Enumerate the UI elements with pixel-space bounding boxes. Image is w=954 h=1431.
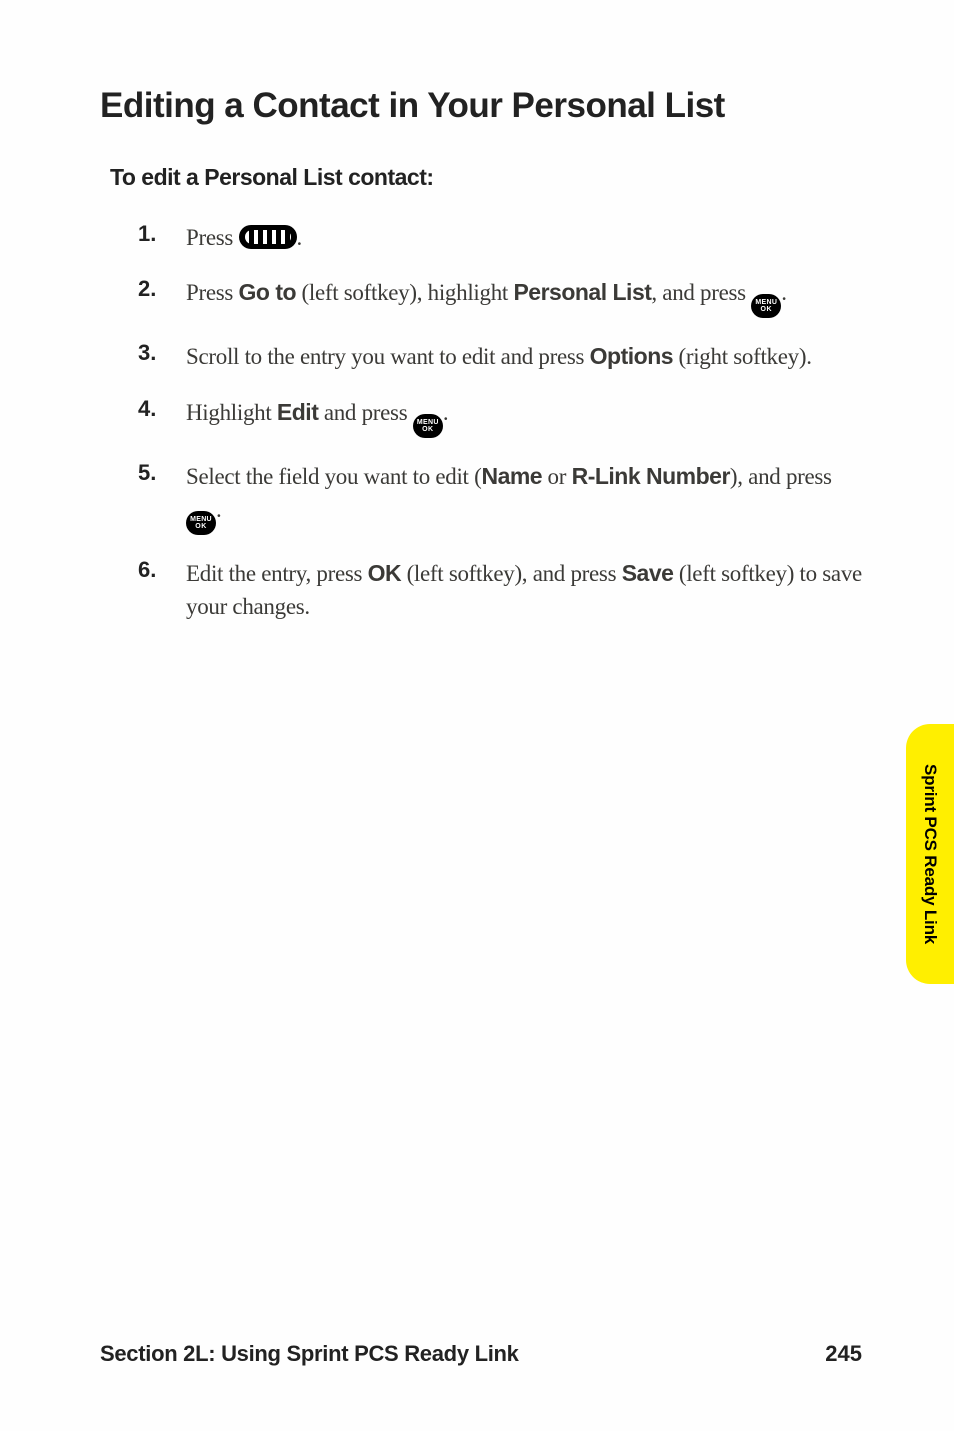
step-text: Highlight Edit and press MENUOK. xyxy=(186,396,448,438)
step-text-fragment: . xyxy=(216,497,221,522)
options-label: Options xyxy=(590,343,673,369)
footer-page-number: 245 xyxy=(825,1341,862,1367)
step-1: 1. Press . xyxy=(138,221,862,254)
step-text: Press Go to (left softkey), highlight Pe… xyxy=(186,276,787,318)
goto-label: Go to xyxy=(239,279,297,305)
ready-link-button-icon xyxy=(239,225,297,249)
step-text-fragment: Press xyxy=(186,225,239,250)
step-text-fragment: (left softkey), highlight xyxy=(296,280,513,305)
step-text-fragment: or xyxy=(542,464,571,489)
side-tab: Sprint PCS Ready Link xyxy=(906,724,954,984)
page-container: Editing a Contact in Your Personal List … xyxy=(0,0,954,1431)
step-text-fragment: (right softkey). xyxy=(673,344,812,369)
step-text: Scroll to the entry you want to edit and… xyxy=(186,340,812,373)
rlink-number-label: R-Link Number xyxy=(572,463,730,489)
page-footer: Section 2L: Using Sprint PCS Ready Link … xyxy=(100,1341,862,1367)
save-label: Save xyxy=(622,560,674,586)
step-number: 6. xyxy=(138,557,186,583)
ok-label: OK xyxy=(368,560,402,586)
step-text-fragment: Scroll to the entry you want to edit and… xyxy=(186,344,590,369)
step-number: 2. xyxy=(138,276,186,302)
step-4: 4. Highlight Edit and press MENUOK. xyxy=(138,396,862,438)
step-2: 2. Press Go to (left softkey), highlight… xyxy=(138,276,862,318)
step-text-fragment: Highlight xyxy=(186,400,277,425)
step-text-fragment: . xyxy=(781,280,786,305)
step-text-fragment: and press xyxy=(318,400,412,425)
menu-ok-icon: MENUOK xyxy=(751,294,781,318)
step-number: 5. xyxy=(138,460,186,486)
footer-section-label: Section 2L: Using Sprint PCS Ready Link xyxy=(100,1341,519,1367)
personal-list-label: Personal List xyxy=(513,279,651,305)
instruction-heading: To edit a Personal List contact: xyxy=(110,164,862,191)
steps-list: 1. Press . 2. Press Go to (left softkey)… xyxy=(138,221,862,624)
menu-ok-icon: MENUOK xyxy=(186,511,216,535)
step-text-fragment: (left softkey), and press xyxy=(401,561,622,586)
step-text-fragment: Edit the entry, press xyxy=(186,561,368,586)
side-tab-label: Sprint PCS Ready Link xyxy=(920,764,940,944)
name-label: Name xyxy=(481,463,542,489)
step-text-fragment: . xyxy=(297,225,302,250)
step-text-fragment: , and press xyxy=(651,280,751,305)
step-5: 5. Select the field you want to edit (Na… xyxy=(138,460,862,535)
step-number: 4. xyxy=(138,396,186,422)
step-number: 1. xyxy=(138,221,186,247)
edit-label: Edit xyxy=(277,399,318,425)
step-text: Edit the entry, press OK (left softkey),… xyxy=(186,557,862,624)
step-text: Press . xyxy=(186,221,302,254)
step-text-fragment: ), and press xyxy=(730,464,832,489)
step-text: Select the field you want to edit (Name … xyxy=(186,460,862,535)
step-6: 6. Edit the entry, press OK (left softke… xyxy=(138,557,862,624)
step-text-fragment: Press xyxy=(186,280,239,305)
step-number: 3. xyxy=(138,340,186,366)
step-text-fragment: Select the field you want to edit ( xyxy=(186,464,481,489)
step-text-fragment: . xyxy=(443,400,448,425)
step-3: 3. Scroll to the entry you want to edit … xyxy=(138,340,862,373)
menu-ok-icon: MENUOK xyxy=(413,414,443,438)
page-heading: Editing a Contact in Your Personal List xyxy=(100,86,862,126)
